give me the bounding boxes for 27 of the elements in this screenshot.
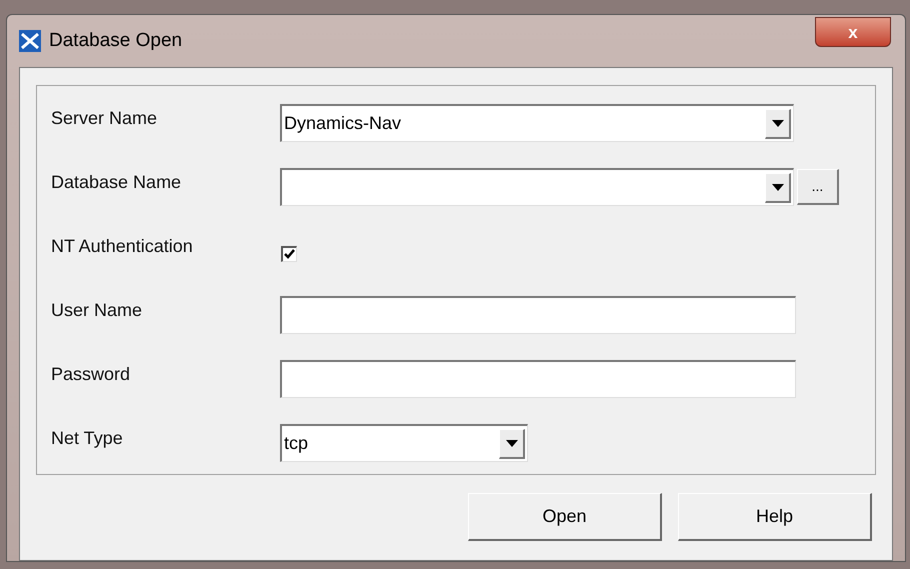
dialog-button[interactable]: Open — [468, 493, 662, 541]
window-title: Database Open — [49, 28, 182, 53]
field-value: tcp — [283, 432, 308, 455]
input-field[interactable] — [280, 360, 796, 398]
field-label: Server Name — [51, 107, 158, 130]
input-field[interactable] — [280, 296, 796, 334]
combo-box[interactable]: Dynamics-Nav — [280, 104, 794, 142]
app-icon — [19, 30, 41, 52]
close-button[interactable]: x — [815, 17, 891, 47]
field-label: Net Type — [51, 427, 124, 450]
checkbox[interactable] — [281, 246, 297, 262]
dropdown-button[interactable] — [765, 108, 791, 138]
field-label: NT Authentication — [51, 235, 194, 258]
dropdown-button[interactable] — [499, 428, 525, 458]
combo-box[interactable]: tcp — [280, 424, 528, 462]
caret-icon — [506, 440, 518, 446]
combo-box[interactable] — [280, 168, 794, 206]
checkmark-icon — [284, 249, 295, 259]
field-label: Database Name — [51, 171, 182, 194]
dialog-button[interactable]: Help — [678, 493, 872, 541]
dropdown-button[interactable] — [765, 172, 791, 202]
caret-icon — [772, 184, 784, 190]
field-label: Password — [51, 363, 132, 386]
field-value: Dynamics-Nav — [283, 112, 402, 135]
field-label: User Name — [51, 299, 144, 322]
caret-icon — [772, 120, 784, 126]
browse-button[interactable]: ... — [797, 169, 839, 205]
